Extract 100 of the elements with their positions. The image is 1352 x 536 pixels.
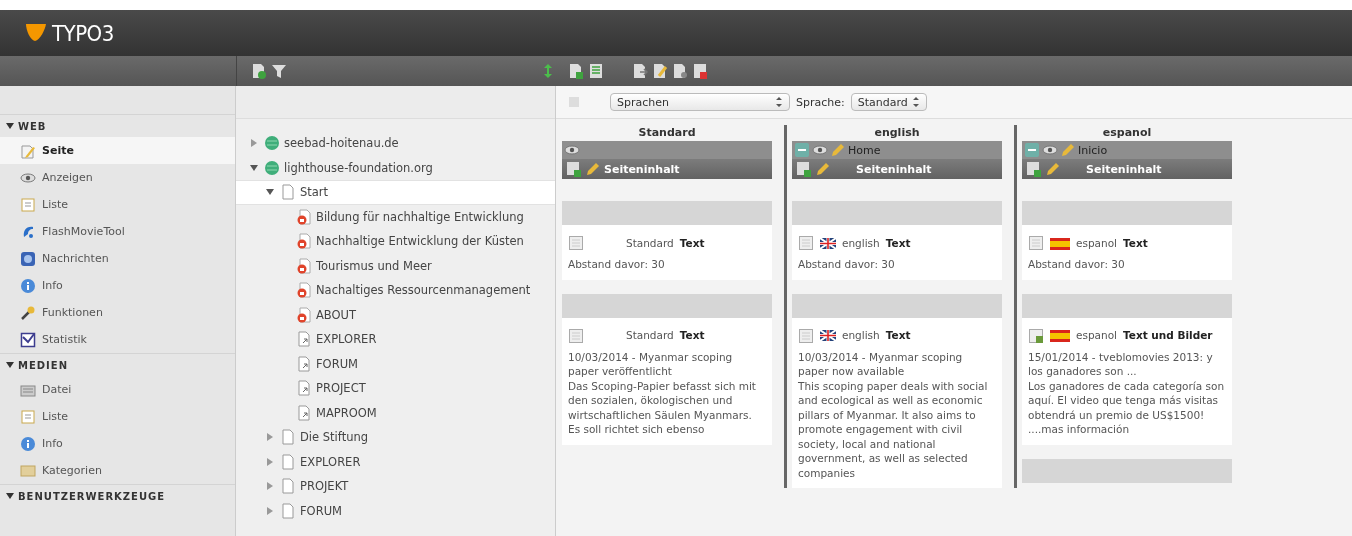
tree-item[interactable]: seebad-hoitenau.de xyxy=(236,131,555,156)
module-item[interactable]: Statistik xyxy=(0,326,235,353)
content-element-icon xyxy=(798,327,814,344)
content-element-icon xyxy=(568,327,584,344)
tree-item[interactable]: PROJECT xyxy=(236,376,555,401)
tree-item[interactable]: Bildung für nachhaltige Entwicklung xyxy=(236,204,555,229)
tree-item[interactable]: Nachhaltige Entwicklung der Küsten xyxy=(236,229,555,254)
pencil-icon xyxy=(815,161,831,177)
logo-icon xyxy=(24,22,48,44)
pencil-icon xyxy=(1045,161,1061,177)
flag-icon xyxy=(1050,329,1070,342)
new-content-icon[interactable] xyxy=(566,161,582,177)
page-shortcut-icon xyxy=(296,404,312,421)
language-name: english xyxy=(842,235,880,251)
content-element-icon xyxy=(568,235,584,251)
group-title: BENUTZERWERKZEUGE xyxy=(18,490,166,502)
page-icon xyxy=(280,429,296,446)
logo-text: TYPO3 xyxy=(52,20,114,46)
tree-item[interactable]: EXPLORER xyxy=(236,327,555,352)
tree-item[interactable]: FORUM xyxy=(236,498,555,523)
wrench-icon xyxy=(20,304,36,321)
new-content-icon[interactable] xyxy=(1026,161,1042,177)
element-text: Abstand davor: 30 xyxy=(1028,257,1126,272)
page-edit-icon[interactable] xyxy=(652,63,668,79)
collapse-icon[interactable] xyxy=(6,122,14,130)
section-title: Seiteninhalt xyxy=(1086,162,1162,176)
tree-item[interactable]: Tourismus und Meer xyxy=(236,253,555,278)
tree-item[interactable]: FORUM xyxy=(236,351,555,376)
group-title: WEB xyxy=(18,120,47,132)
page-add-icon[interactable] xyxy=(568,63,584,79)
pencil-icon xyxy=(585,161,601,177)
collapse-icon[interactable] xyxy=(266,188,274,197)
group-title: MEDIEN xyxy=(18,359,68,371)
page-delete-icon[interactable] xyxy=(692,63,708,79)
language-select[interactable]: Standard xyxy=(850,93,927,111)
element-type: Text xyxy=(885,235,911,251)
flag-icon xyxy=(1050,236,1070,250)
module-item[interactable]: Info xyxy=(0,272,235,299)
element-text: Abstand davor: 30 xyxy=(798,257,896,272)
element-text: 15/01/2014 - tveblomovies 2013: y los ganadores son ... Los ganadores de cada categoría son aquí. El video que tenga más visitas obtendrá un premio de US$1500! ....mas información xyxy=(1028,349,1226,437)
view-select[interactable]: Sprachen xyxy=(610,93,790,111)
module-item[interactable]: Kategorien xyxy=(0,457,235,484)
tree-item[interactable]: Start xyxy=(236,180,555,205)
list-icon xyxy=(20,408,36,425)
page-list-icon[interactable] xyxy=(588,63,604,79)
select-arrows-icon xyxy=(911,96,920,108)
module-item[interactable]: FlashMovieTool xyxy=(0,218,235,245)
module-item[interactable]: Liste xyxy=(0,191,235,218)
content-image-icon xyxy=(1028,327,1044,344)
flag-icon xyxy=(820,236,836,250)
page-settings-icon[interactable] xyxy=(672,63,688,79)
select-arrows-icon xyxy=(775,96,783,108)
page-restricted-icon xyxy=(296,282,312,299)
new-content-icon[interactable] xyxy=(796,161,812,177)
page-shortcut-icon xyxy=(296,355,312,372)
filter-icon[interactable] xyxy=(271,63,287,79)
tree-item[interactable]: EXPLORER xyxy=(236,449,555,474)
page-icon xyxy=(280,453,296,470)
page-pencil-icon xyxy=(20,142,36,159)
new-page-icon[interactable] xyxy=(251,63,267,79)
page-shortcut-icon xyxy=(296,331,312,348)
tree-item[interactable]: ABOUT xyxy=(236,302,555,327)
page-icon xyxy=(280,184,296,201)
page-title[interactable]: Home xyxy=(848,143,881,157)
collapse-icon[interactable] xyxy=(6,492,14,500)
language-name: espanol xyxy=(1076,328,1118,343)
tree-item[interactable]: Nachaltiges Ressourcenmanagement xyxy=(236,278,555,303)
module-item[interactable]: Seite xyxy=(0,137,235,164)
module-item[interactable]: Nachrichten xyxy=(0,245,235,272)
module-item[interactable]: Datei xyxy=(0,376,235,403)
category-icon xyxy=(20,462,36,479)
flag-icon xyxy=(820,329,836,342)
page-restricted-icon xyxy=(296,257,312,274)
module-item[interactable]: Liste xyxy=(0,403,235,430)
page-shortcut-icon xyxy=(296,380,312,397)
info-icon xyxy=(20,435,36,452)
element-type: Text xyxy=(885,328,911,343)
eye-icon xyxy=(564,142,580,158)
tree-item[interactable]: PROJEKT xyxy=(236,474,555,499)
language-name: english xyxy=(842,328,880,343)
page-restricted-icon xyxy=(296,233,312,250)
element-type: Text xyxy=(679,328,705,343)
module-item[interactable]: Info xyxy=(0,430,235,457)
page-title[interactable]: Inicio xyxy=(1078,143,1108,157)
element-text: Abstand davor: 30 xyxy=(568,257,666,272)
element-text: 10/03/2014 - Myanmar scoping paper now available This scoping paper deals with social and ecological as well as economic pillars of Myanmar. It also aims to promote engagement with civil society, local and national government, as well as selected companies xyxy=(798,349,989,480)
column-heading: english xyxy=(873,125,921,141)
collapse-icon[interactable] xyxy=(250,163,258,172)
element-type: Text xyxy=(1123,235,1148,251)
page-export-icon[interactable] xyxy=(632,63,648,79)
tree-item[interactable]: lighthouse-foundation.org xyxy=(236,155,555,180)
page-restricted-icon xyxy=(296,208,312,225)
element-type: Text xyxy=(679,235,705,251)
collapse-icon[interactable] xyxy=(6,361,14,369)
module-item[interactable]: Funktionen xyxy=(0,299,235,326)
tree-item[interactable]: Die Stiftung xyxy=(236,425,555,450)
info-icon xyxy=(20,277,36,294)
tree-item[interactable]: MAPROOM xyxy=(236,400,555,425)
list-icon xyxy=(20,196,36,213)
module-item[interactable]: Anzeigen xyxy=(0,164,235,191)
